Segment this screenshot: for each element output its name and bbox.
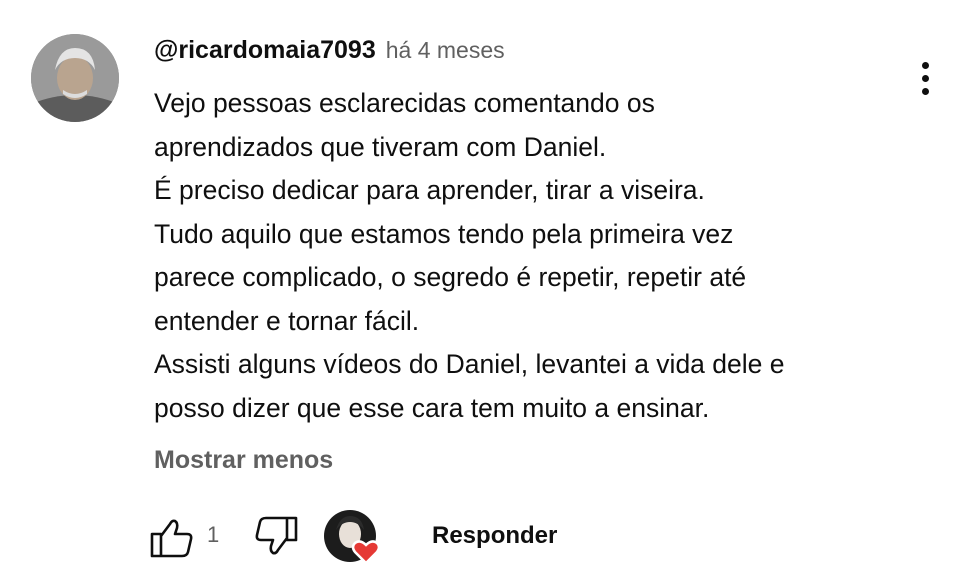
like-button[interactable] [148,514,196,560]
comment-line: parece complicado, o segredo é repetir, … [154,262,747,292]
comment-header: @ricardomaia7093 há 4 meses [154,36,505,70]
comment-line: aprendizados que tiveram com Daniel. [154,131,607,162]
comment-toolbar: 1 Responder [148,510,948,566]
thumbs-up-icon [150,519,193,558]
comment-line: É preciso dedicar para aprender, tirar a… [154,175,705,205]
comment-line: posso dizer que esse cara tem muito a en… [154,392,710,423]
comment-thread: @ricardomaia7093 há 4 meses Vejo pessoas… [0,0,956,576]
thumbs-down-icon [255,516,298,555]
comment-line: Vejo pessoas esclarecidas comentando os [154,88,655,118]
vertical-dots-icon [922,75,929,82]
author-name[interactable]: @ricardomaia7093 [154,36,376,65]
comment-line: entender e tornar fácil. [154,305,420,336]
author-avatar[interactable] [31,34,119,122]
avatar-image [31,34,119,122]
vertical-dots-icon [922,88,929,95]
show-less-button[interactable]: Mostrar menos [154,446,333,475]
comment-timestamp[interactable]: há 4 meses [386,37,505,64]
comment-body: Vejo pessoas esclarecidas comentando os … [154,82,914,430]
reply-button[interactable]: Responder [432,522,557,550]
dislike-button[interactable] [252,514,300,560]
comment-line: Tudo aquilo que estamos tendo pela prime… [154,218,734,249]
creator-heart [322,510,382,566]
vertical-dots-icon [922,62,929,69]
creator-avatar [324,510,381,565]
like-count: 1 [207,522,220,547]
comment-line: Assisti alguns vídeos do Daniel, levante… [154,349,785,379]
